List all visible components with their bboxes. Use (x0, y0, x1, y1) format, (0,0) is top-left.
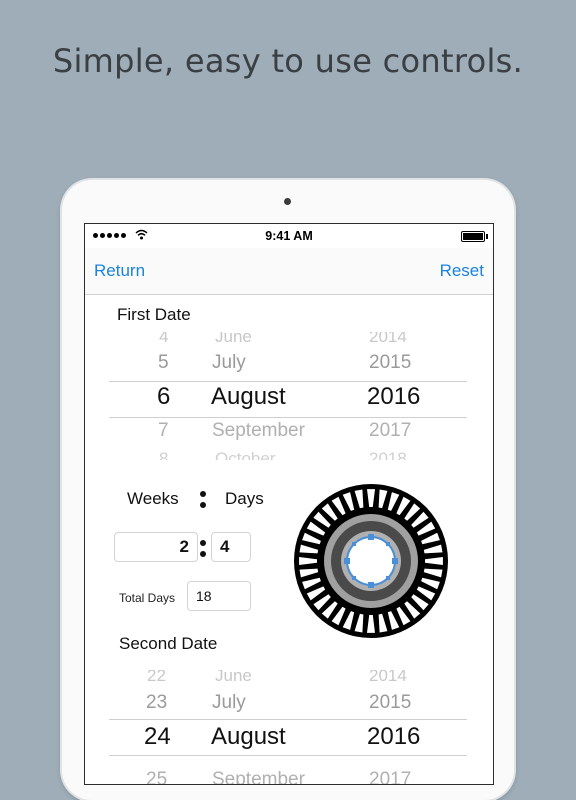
headline: Simple, easy to use controls. (52, 42, 524, 80)
picker-day: 5 (158, 352, 169, 373)
picker-day: 4 (159, 332, 169, 344)
picker-year: 2014 (369, 670, 407, 684)
picker-year: 2018 (369, 449, 407, 460)
picker-month: June (215, 332, 252, 344)
picker-day: 8 (159, 449, 169, 460)
picker-row[interactable]: 22 June 2014 (109, 670, 467, 684)
picker-selection-line (109, 719, 467, 720)
status-time: 9:41 AM (265, 229, 313, 243)
picker-month: July (212, 352, 246, 373)
total-days-label: Total Days (119, 591, 176, 605)
picker-selection-line (109, 755, 467, 756)
colon-separator (199, 540, 207, 562)
picker-year: 2015 (369, 692, 412, 713)
picker-day: 7 (158, 420, 169, 441)
picker-row[interactable]: 25 September 2017 (109, 760, 467, 784)
picker-row[interactable]: 4 June 2014 (109, 332, 467, 344)
picker-day: 6 (157, 383, 171, 410)
picker-month: September (212, 769, 305, 784)
picker-year: 2015 (369, 352, 412, 373)
picker-month: August (211, 723, 286, 750)
picker-month: July (212, 692, 246, 713)
picker-selection-line (109, 417, 467, 418)
app-screen: 9:41 AM Return Reset First Date 4 June 2… (84, 223, 494, 785)
picker-month: October (215, 449, 276, 460)
days-label: Days (225, 489, 264, 508)
return-button[interactable]: Return (94, 261, 145, 281)
days-input[interactable]: 4 (211, 532, 251, 562)
picker-row[interactable]: 8 October 2018 (109, 448, 467, 460)
picker-month: September (212, 420, 305, 441)
status-bar: 9:41 AM (85, 224, 493, 248)
rotary-dial[interactable] (292, 484, 450, 638)
picker-day: 25 (146, 769, 168, 784)
weeks-label: Weeks (127, 489, 179, 508)
picker-day: 24 (144, 723, 171, 750)
picker-month: August (211, 383, 286, 410)
navigation-bar: Return Reset (85, 248, 493, 295)
reset-button[interactable]: Reset (440, 261, 484, 281)
first-date-title: First Date (117, 305, 191, 324)
picker-year: 2017 (369, 420, 412, 441)
picker-year: 2016 (367, 383, 421, 410)
picker-year: 2017 (369, 769, 412, 784)
first-date-picker[interactable]: 4 June 2014 5 July 2015 6 August 2016 7 … (109, 330, 467, 460)
picker-day: 22 (147, 670, 166, 684)
picker-year: 2014 (369, 332, 407, 344)
colon-separator (199, 491, 207, 513)
picker-year: 2016 (367, 723, 421, 750)
picker-month: June (215, 670, 252, 684)
second-date-title: Second Date (119, 634, 218, 653)
picker-day: 23 (146, 692, 168, 713)
total-days-input[interactable]: 18 (187, 581, 251, 611)
camera-dot (284, 198, 291, 205)
picker-selection-line (109, 381, 467, 382)
battery-icon (461, 231, 488, 242)
second-date-picker[interactable]: 22 June 2014 23 July 2015 24 August 2016… (109, 670, 467, 784)
weeks-input[interactable]: 2 (114, 532, 198, 562)
